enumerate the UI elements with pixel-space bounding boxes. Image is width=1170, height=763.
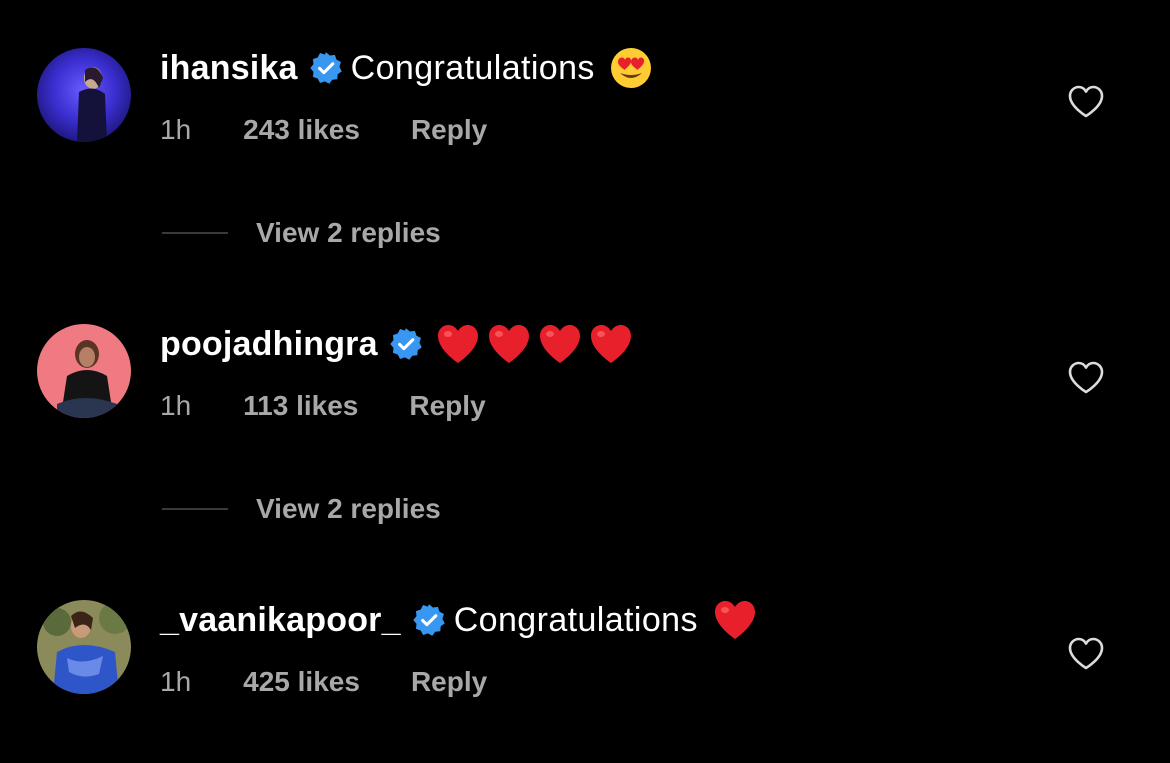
comment-item: poojadhingra 1h 113 likes Reply [0, 276, 1170, 421]
comment-item: _vaanikapoor_ Congratulations 1h 425 lik… [0, 552, 1170, 697]
view-replies-button[interactable]: View 2 replies [162, 213, 441, 253]
likes-count-link[interactable]: 243 likes [243, 114, 360, 146]
likes-count-link[interactable]: 113 likes [243, 390, 358, 422]
avatar[interactable] [37, 48, 131, 142]
red-heart-emoji [537, 322, 583, 366]
comment-header: poojadhingra [160, 321, 634, 367]
avatar-image [37, 324, 131, 418]
heart-eyes-emoji [609, 46, 653, 90]
username-link[interactable]: ihansika [160, 49, 298, 88]
avatar[interactable] [37, 324, 131, 418]
verified-badge-icon [309, 51, 343, 85]
verified-badge-icon [412, 603, 446, 637]
reply-button[interactable]: Reply [411, 666, 487, 698]
reply-button[interactable]: Reply [409, 390, 485, 422]
comment-meta: 1h 425 likes Reply [160, 662, 487, 702]
reply-button[interactable]: Reply [411, 114, 487, 146]
username-link[interactable]: poojadhingra [160, 325, 378, 364]
comment-meta: 1h 243 likes Reply [160, 110, 487, 150]
verified-badge-icon [389, 327, 423, 361]
comment-item: ihansika Congratulations 1h 243 likes Re… [0, 0, 1170, 145]
comment-text: Congratulations [453, 600, 698, 639]
replies-divider [162, 508, 228, 510]
avatar[interactable] [37, 600, 131, 694]
red-heart-emoji [486, 322, 532, 366]
likes-count-link[interactable]: 425 likes [243, 666, 360, 698]
red-heart-emoji [435, 322, 481, 366]
view-replies-label: View 2 replies [256, 217, 441, 248]
red-heart-emoji [712, 598, 758, 642]
like-heart-icon[interactable] [1066, 82, 1106, 122]
like-heart-icon[interactable] [1066, 358, 1106, 398]
like-heart-icon[interactable] [1066, 634, 1106, 674]
view-replies-button[interactable]: View 2 replies [162, 489, 441, 529]
comment-header: _vaanikapoor_ Congratulations [160, 597, 758, 643]
red-heart-emoji [588, 322, 634, 366]
comment-header: ihansika Congratulations [160, 45, 653, 91]
username-link[interactable]: _vaanikapoor_ [160, 601, 401, 640]
avatar-image [37, 48, 131, 142]
comment-timestamp: 1h [160, 666, 192, 697]
comment-text: Congratulations [350, 48, 595, 87]
comment-timestamp: 1h [160, 114, 192, 145]
comment-meta: 1h 113 likes Reply [160, 386, 486, 426]
replies-divider [162, 232, 228, 234]
view-replies-label: View 2 replies [256, 493, 441, 524]
avatar-image [37, 600, 131, 694]
comment-timestamp: 1h [160, 390, 192, 421]
